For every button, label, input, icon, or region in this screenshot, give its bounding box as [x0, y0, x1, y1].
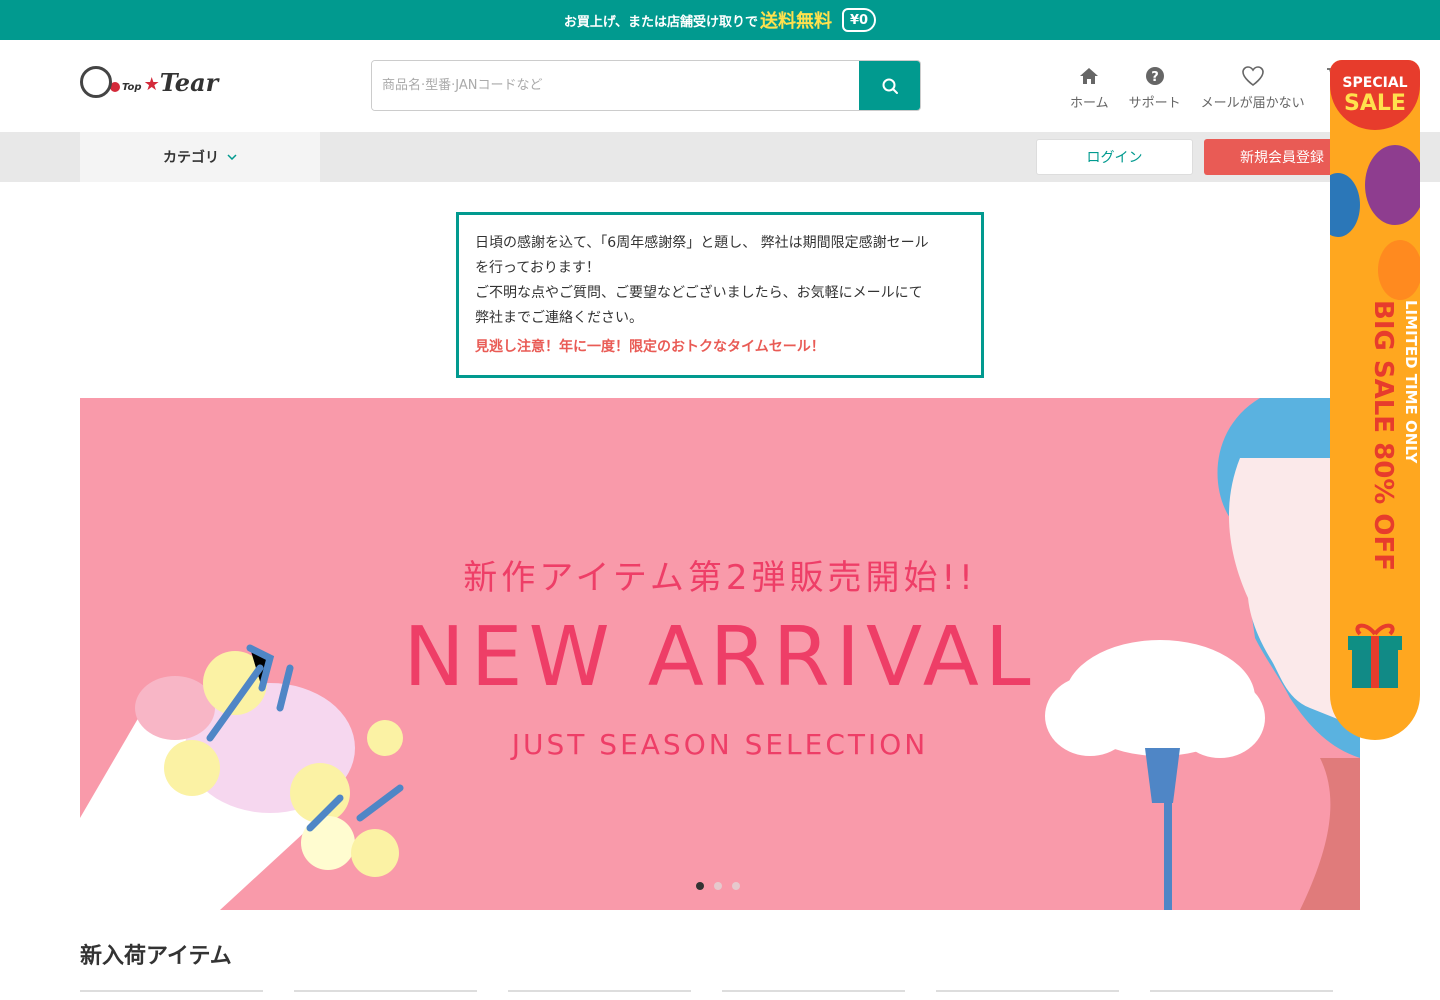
carousel-dot[interactable]	[696, 882, 704, 890]
search-input[interactable]	[372, 61, 859, 110]
promo-text: お買上げ、または店舗受け取りで	[563, 14, 758, 30]
nav-support-label: サポート	[1128, 96, 1181, 111]
site-header: Top ★ Tear ホーム ? サポート メールが届かない カ	[0, 40, 1440, 132]
nav-support[interactable]: ? サポート	[1119, 64, 1191, 111]
heart-icon	[1241, 66, 1264, 86]
balloon-icon	[1330, 145, 1420, 300]
promo-topbar: お買上げ、または店舗受け取りで 送料無料 ¥0	[0, 0, 1440, 40]
product-card[interactable]	[722, 990, 905, 1000]
truck-icon: ¥0	[842, 8, 877, 32]
search-bar	[371, 60, 921, 111]
carousel-dots	[696, 882, 740, 890]
product-card[interactable]	[294, 990, 477, 1000]
login-button[interactable]: ログイン	[1036, 139, 1193, 175]
banner-subtitle: JUST SEASON SELECTION	[511, 728, 929, 761]
header-nav: ホーム ? サポート メールが届かない カ	[1060, 64, 1357, 111]
product-card[interactable]	[508, 990, 691, 1000]
chevron-down-icon	[227, 154, 237, 160]
nav-mail[interactable]: メールが届かない	[1191, 64, 1315, 111]
product-card[interactable]	[1150, 990, 1333, 1000]
logo-tear-text: Tear	[159, 67, 219, 97]
sale-header: SPECIAL SALE	[1330, 60, 1420, 130]
free-shipping-text: 送料無料	[760, 11, 832, 32]
sale-limited-text: LIMITED TIME ONLY	[1402, 300, 1420, 464]
notice-line: ご不明な点やご質問、ご要望などございましたら、お気軽にメールにて	[475, 285, 923, 301]
section-title: 新入荷アイテム	[80, 944, 232, 969]
star-icon: ★	[143, 73, 160, 95]
hero-banner[interactable]: 新作アイテム第2弾販売開始!! NEW ARRIVAL JUST SEASON …	[80, 398, 1360, 910]
carousel-dot[interactable]	[714, 882, 722, 890]
notice-line: 弊社までご連絡ください。	[475, 310, 643, 326]
product-card[interactable]	[80, 990, 263, 1000]
banner-en-title: NEW ARRIVAL	[403, 610, 1037, 705]
notice-box: 日頃の感謝を込て、「6周年感謝祭」と題し、 弊社は期間限定感謝セール を行ってお…	[456, 212, 984, 378]
sub-navigation: カテゴリ ログイン 新規会員登録	[0, 132, 1440, 182]
nav-mail-label: メールが届かない	[1200, 96, 1305, 111]
product-card[interactable]	[936, 990, 1119, 1000]
banner-jp-title: 新作アイテム第2弾販売開始!!	[463, 558, 977, 598]
nav-home[interactable]: ホーム	[1060, 64, 1119, 111]
logo-top-text: Top	[122, 81, 142, 93]
yen-badge-text: ¥0	[850, 12, 869, 28]
question-circle-icon: ?	[1145, 67, 1164, 85]
search-icon	[882, 78, 898, 94]
search-button[interactable]	[859, 61, 920, 110]
sale-big-text: BIG SALE 80% OFF	[1368, 300, 1398, 572]
category-dropdown[interactable]: カテゴリ	[80, 132, 320, 182]
category-label: カテゴリ	[163, 150, 219, 166]
notice-line: 日頃の感謝を込て、「6周年感謝祭」と題し、 弊社は期間限定感謝セール	[475, 235, 929, 251]
notice-highlight: 見逃し注意！年に一度！限定のおトクなタイムセール！	[475, 339, 825, 355]
notice-line: を行っております！	[475, 260, 600, 276]
svg-text:?: ?	[1151, 70, 1159, 85]
gift-icon	[1348, 623, 1402, 688]
product-grid	[80, 990, 1360, 1000]
site-logo[interactable]: Top ★ Tear	[80, 66, 218, 98]
sale-special-text: SPECIAL	[1342, 74, 1408, 91]
sale-sale-text: SALE	[1344, 90, 1406, 116]
carousel-dot[interactable]	[732, 882, 740, 890]
sale-vertical-text: LIMITED TIME ONLY BIG SALE 80% OFF	[1330, 300, 1420, 572]
special-sale-banner[interactable]: SPECIAL SALE LIMITED TIME ONLY BIG SALE …	[1330, 60, 1420, 740]
home-icon	[1080, 68, 1099, 84]
nav-home-label: ホーム	[1070, 96, 1109, 111]
globe-icon	[80, 66, 112, 98]
